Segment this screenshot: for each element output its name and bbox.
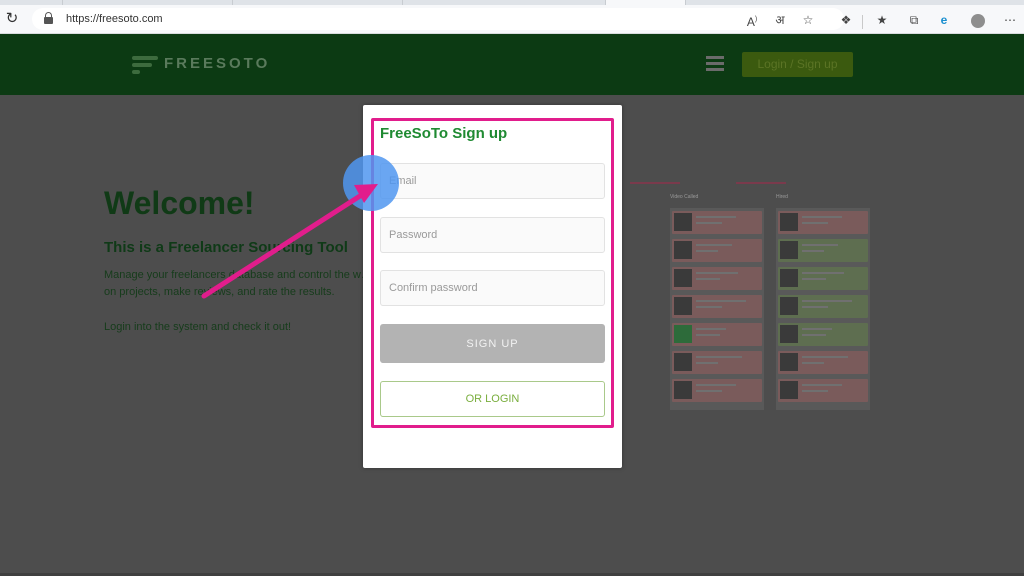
star-icon[interactable]: ☆ [798, 11, 818, 29]
candidate-card [672, 323, 762, 346]
candidate-card [672, 379, 762, 402]
candidate-card [672, 351, 762, 374]
candidate-card [778, 351, 868, 374]
candidate-card [672, 211, 762, 234]
profile-icon[interactable] [971, 14, 985, 28]
lock-icon[interactable] [44, 12, 53, 25]
candidate-card [778, 379, 868, 402]
login-signup-button[interactable]: Login / Sign up [742, 52, 853, 77]
logo-text: FREESOTO [164, 55, 271, 72]
favorites-icon[interactable]: ★ [872, 11, 892, 29]
logo-mark-icon [132, 56, 160, 74]
hero-cta: Login into the system and check it out! [104, 321, 292, 333]
hero-title: Welcome! [104, 185, 255, 221]
url-text[interactable]: https://freesoto.com [66, 11, 163, 27]
candidate-card [672, 239, 762, 262]
candidate-card [672, 295, 762, 318]
hero-description: Manage your freelancers database and con… [104, 269, 372, 298]
site-logo[interactable]: FREESOTO [132, 54, 267, 74]
address-bar: ↻ https://freesoto.com A) अ ☆ ❖ ★ ⧉ e ⋯ [0, 5, 1024, 34]
toolbar-divider [862, 15, 863, 29]
board-column [776, 208, 870, 410]
translate-icon[interactable]: अ [770, 11, 790, 29]
kanban-preview: Video Called Hired [610, 178, 880, 418]
collections-icon[interactable]: ⧉ [904, 11, 924, 29]
column-arrow [736, 182, 786, 184]
column-label-hired: Hired [776, 194, 788, 200]
cursor-highlight [343, 155, 399, 211]
more-icon[interactable]: ⋯ [1000, 11, 1020, 29]
board-column [670, 208, 764, 410]
hamburger-menu-icon[interactable] [706, 56, 724, 72]
extensions-icon[interactable]: ❖ [836, 11, 856, 29]
candidate-card [672, 267, 762, 290]
candidate-card [778, 239, 868, 262]
highlight-frame [371, 118, 614, 428]
candidate-card [778, 295, 868, 318]
url-box[interactable]: https://freesoto.com [32, 8, 844, 30]
candidate-card [778, 267, 868, 290]
hero-subtitle: This is a Freelancer Sourcing Tool [104, 239, 348, 256]
reload-icon[interactable]: ↻ [4, 10, 20, 28]
column-label-video-called: Video Called [670, 194, 699, 200]
column-arrow [630, 182, 680, 184]
edge-icon[interactable]: e [934, 11, 954, 29]
candidate-card [778, 211, 868, 234]
candidate-card [778, 323, 868, 346]
read-aloud-icon[interactable]: A) [742, 11, 762, 29]
